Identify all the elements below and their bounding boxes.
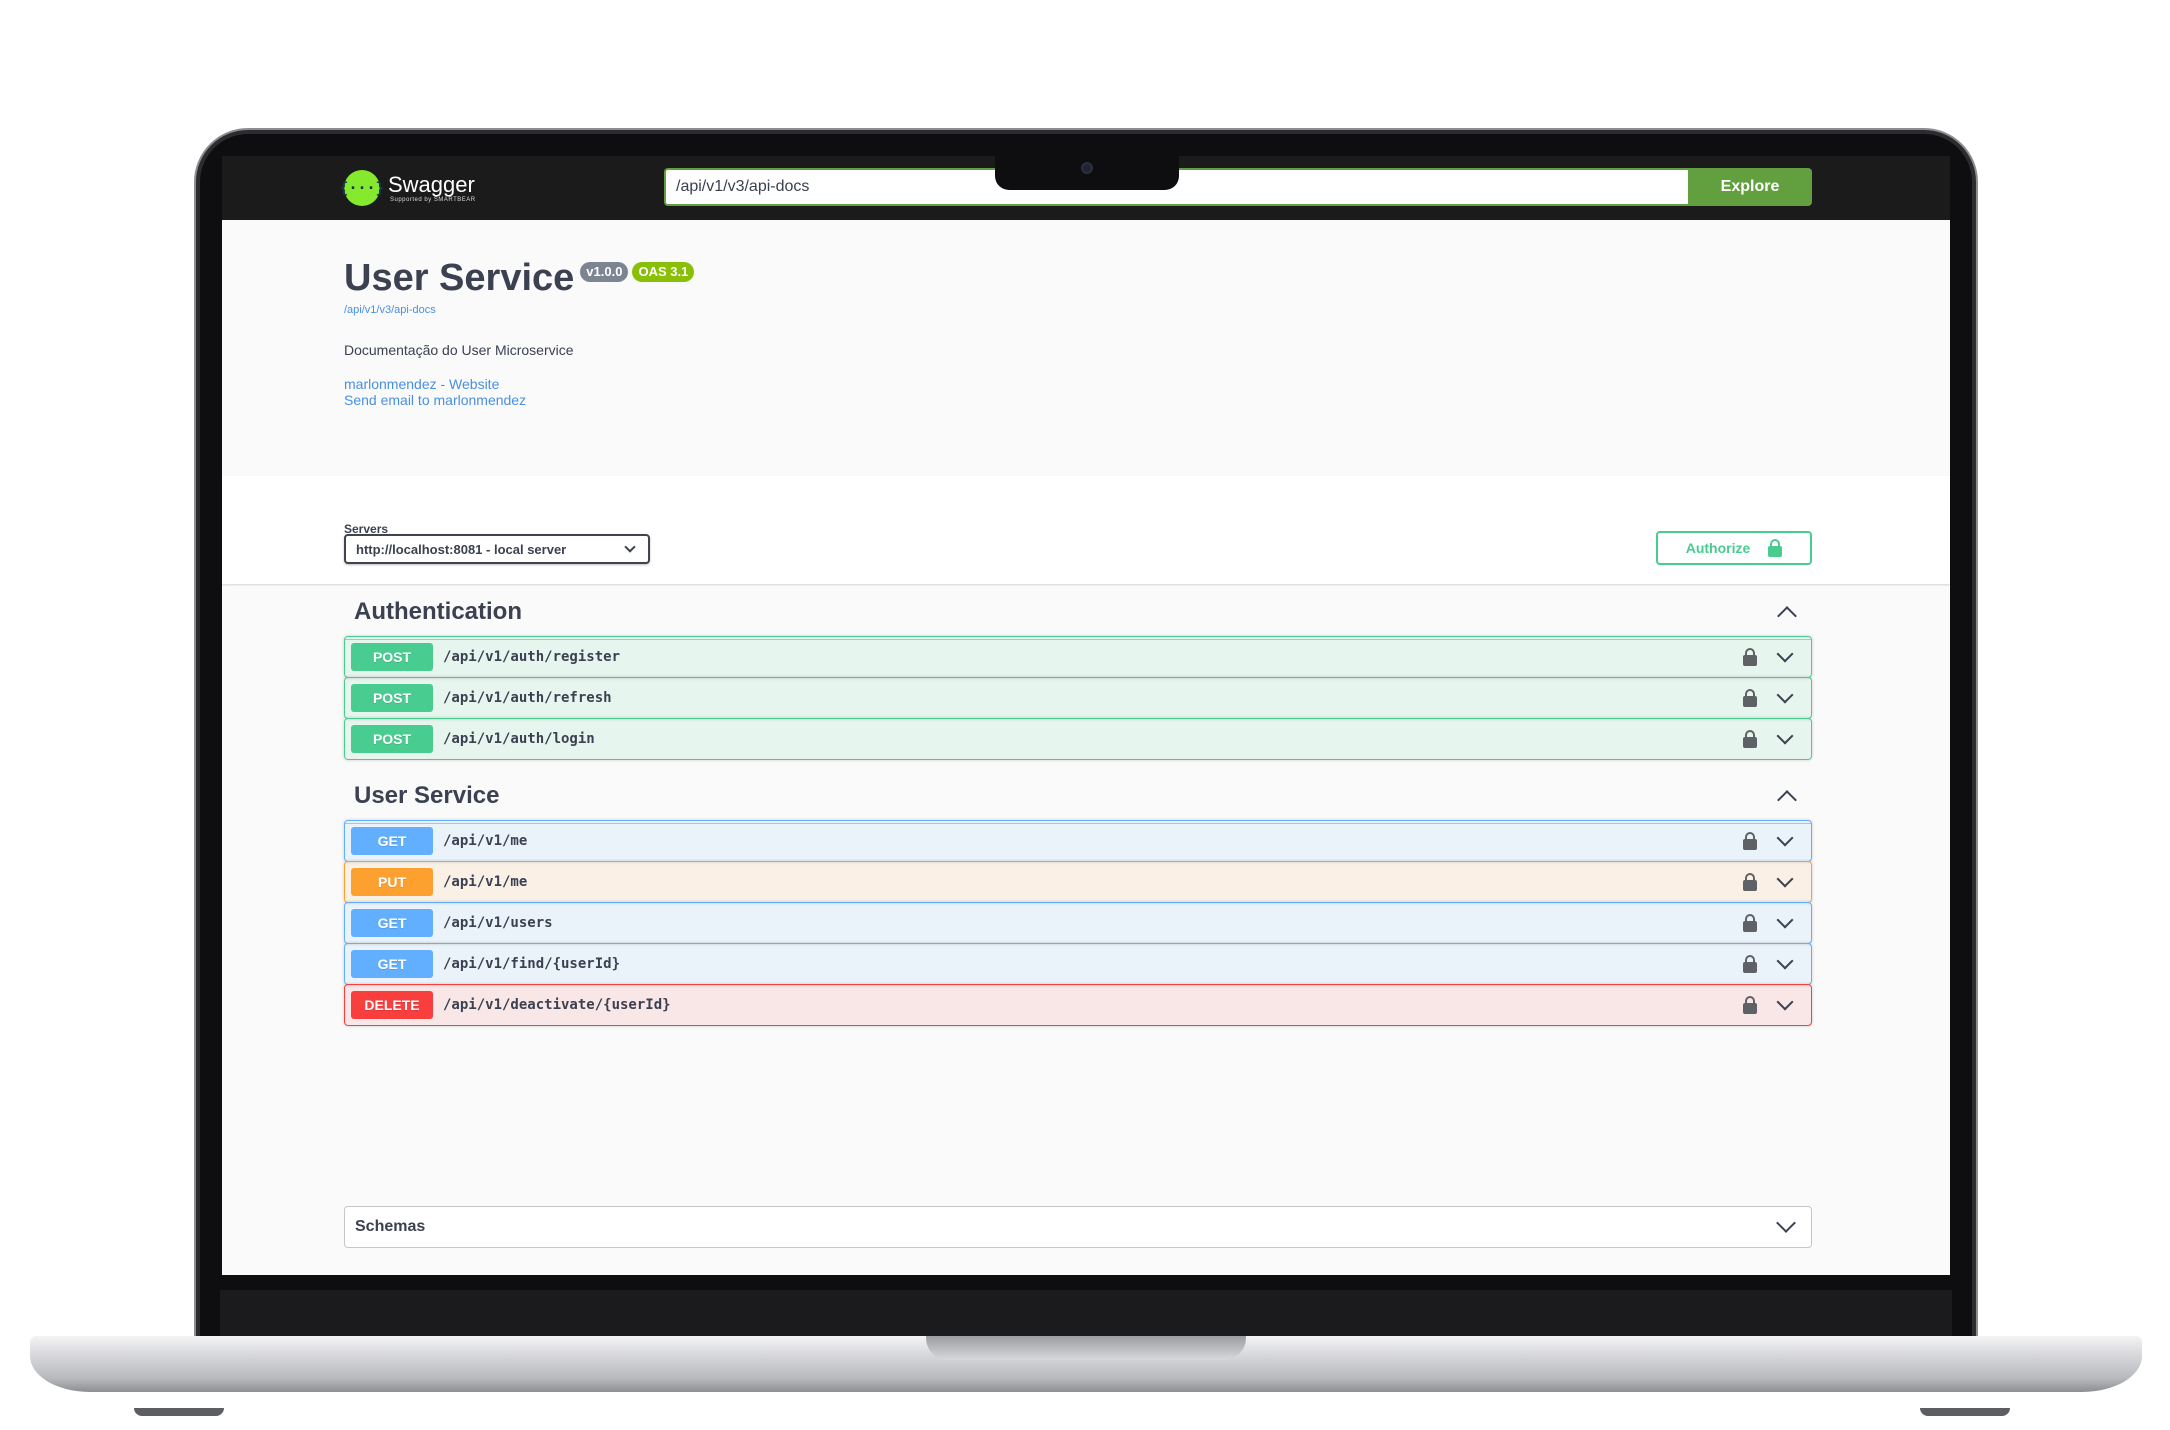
api-info: User Service v1.0.0 OAS 3.1 /api/v1/v3/a… bbox=[344, 256, 1344, 408]
chevron-down-icon[interactable] bbox=[1776, 829, 1794, 847]
operation-path: /api/v1/auth/login bbox=[443, 731, 595, 747]
method-badge: POST bbox=[351, 684, 433, 712]
title-row: User Service v1.0.0 OAS 3.1 bbox=[344, 256, 1344, 300]
browser-screen: {···} Swagger Supported by SMARTBEAR Exp… bbox=[222, 156, 1950, 1275]
swagger-logo-text: Swagger Supported by SMARTBEAR bbox=[388, 172, 476, 204]
operation-path: /api/v1/auth/register bbox=[443, 649, 621, 665]
operation-post-auth-register[interactable]: POST /api/v1/auth/register bbox=[344, 636, 1812, 678]
swagger-logo-name: Swagger bbox=[388, 172, 475, 197]
operation-get-find-user[interactable]: GET /api/v1/find/{userId} bbox=[344, 943, 1812, 985]
lock-icon[interactable] bbox=[1743, 832, 1757, 850]
tag-title: Authentication bbox=[354, 597, 522, 625]
method-badge: DELETE bbox=[351, 991, 433, 1019]
chevron-up-icon bbox=[1777, 789, 1797, 810]
spec-link[interactable]: /api/v1/v3/api-docs bbox=[344, 304, 1344, 316]
chevron-down-icon[interactable] bbox=[1776, 645, 1794, 663]
chevron-down-icon[interactable] bbox=[1776, 686, 1794, 704]
chevron-down-icon[interactable] bbox=[1776, 870, 1794, 888]
laptop-foot-left bbox=[134, 1408, 224, 1416]
operation-path: /api/v1/users bbox=[443, 915, 553, 931]
contact-website-link[interactable]: marlonmendez - Website bbox=[344, 376, 1344, 392]
oas-badge: OAS 3.1 bbox=[632, 262, 695, 282]
tag-title: User Service bbox=[354, 781, 500, 809]
authorize-label: Authorize bbox=[1685, 540, 1751, 556]
chevron-up-icon bbox=[1777, 605, 1797, 626]
api-description: Documentação do User Microservice bbox=[344, 342, 574, 358]
lock-icon[interactable] bbox=[1743, 730, 1757, 748]
chevron-down-icon[interactable] bbox=[1776, 952, 1794, 970]
operation-get-me[interactable]: GET /api/v1/me bbox=[344, 820, 1812, 862]
page-title: User Service bbox=[344, 257, 575, 299]
camera-icon bbox=[1081, 162, 1093, 174]
operation-delete-deactivate-user[interactable]: DELETE /api/v1/deactivate/{userId} bbox=[344, 984, 1812, 1026]
method-badge: GET bbox=[351, 827, 433, 855]
camera-notch bbox=[995, 156, 1179, 190]
authorize-button[interactable]: Authorize bbox=[1656, 531, 1812, 565]
operation-post-auth-refresh[interactable]: POST /api/v1/auth/refresh bbox=[344, 677, 1812, 719]
operation-path: /api/v1/find/{userId} bbox=[443, 956, 621, 972]
chevron-down-icon[interactable] bbox=[1776, 911, 1794, 929]
chevron-down-icon bbox=[1776, 1213, 1796, 1233]
operation-path: /api/v1/deactivate/{userId} bbox=[443, 997, 671, 1013]
laptop-screen-chin bbox=[220, 1290, 1952, 1338]
swagger-logo[interactable]: {···} Swagger Supported by SMARTBEAR bbox=[339, 168, 476, 208]
chevron-down-icon[interactable] bbox=[1776, 993, 1794, 1011]
chevron-down-icon bbox=[624, 541, 636, 553]
laptop-foot-right bbox=[1920, 1408, 2010, 1416]
tag-authentication[interactable]: Authentication bbox=[344, 584, 1812, 640]
method-badge: GET bbox=[351, 950, 433, 978]
version-badge: v1.0.0 bbox=[580, 262, 629, 282]
method-badge: GET bbox=[351, 909, 433, 937]
operation-put-me[interactable]: PUT /api/v1/me bbox=[344, 861, 1812, 903]
contact-email-link[interactable]: Send email to marlonmendez bbox=[344, 392, 1344, 408]
tag-user-service[interactable]: User Service bbox=[344, 768, 1812, 824]
lock-open-icon bbox=[1768, 539, 1783, 557]
method-badge: POST bbox=[351, 725, 433, 753]
method-badge: PUT bbox=[351, 868, 433, 896]
swagger-logo-sub: Supported by SMARTBEAR bbox=[390, 197, 476, 203]
explore-button[interactable]: Explore bbox=[1688, 168, 1812, 206]
operation-path: /api/v1/auth/refresh bbox=[443, 690, 612, 706]
lock-icon[interactable] bbox=[1743, 914, 1757, 932]
operation-path: /api/v1/me bbox=[443, 833, 528, 849]
lock-icon[interactable] bbox=[1743, 996, 1757, 1014]
chevron-down-icon[interactable] bbox=[1776, 727, 1794, 745]
lock-icon[interactable] bbox=[1743, 955, 1757, 973]
schemas-title: Schemas bbox=[355, 1218, 426, 1235]
operation-get-users[interactable]: GET /api/v1/users bbox=[344, 902, 1812, 944]
scheme-container bbox=[222, 476, 1950, 584]
servers-select[interactable]: http://localhost:8081 - local server bbox=[344, 534, 650, 564]
lock-icon[interactable] bbox=[1743, 648, 1757, 666]
swagger-logo-icon: {···} bbox=[339, 170, 385, 206]
operation-post-auth-login[interactable]: POST /api/v1/auth/login bbox=[344, 718, 1812, 760]
schemas-section[interactable]: Schemas bbox=[344, 1206, 1812, 1248]
method-badge: POST bbox=[351, 643, 433, 671]
servers-select-value: http://localhost:8081 - local server bbox=[356, 541, 567, 557]
operation-path: /api/v1/me bbox=[443, 874, 528, 890]
laptop-opening-groove bbox=[926, 1336, 1246, 1360]
lock-icon[interactable] bbox=[1743, 689, 1757, 707]
lock-icon[interactable] bbox=[1743, 873, 1757, 891]
spec-url-input[interactable] bbox=[664, 168, 1694, 206]
